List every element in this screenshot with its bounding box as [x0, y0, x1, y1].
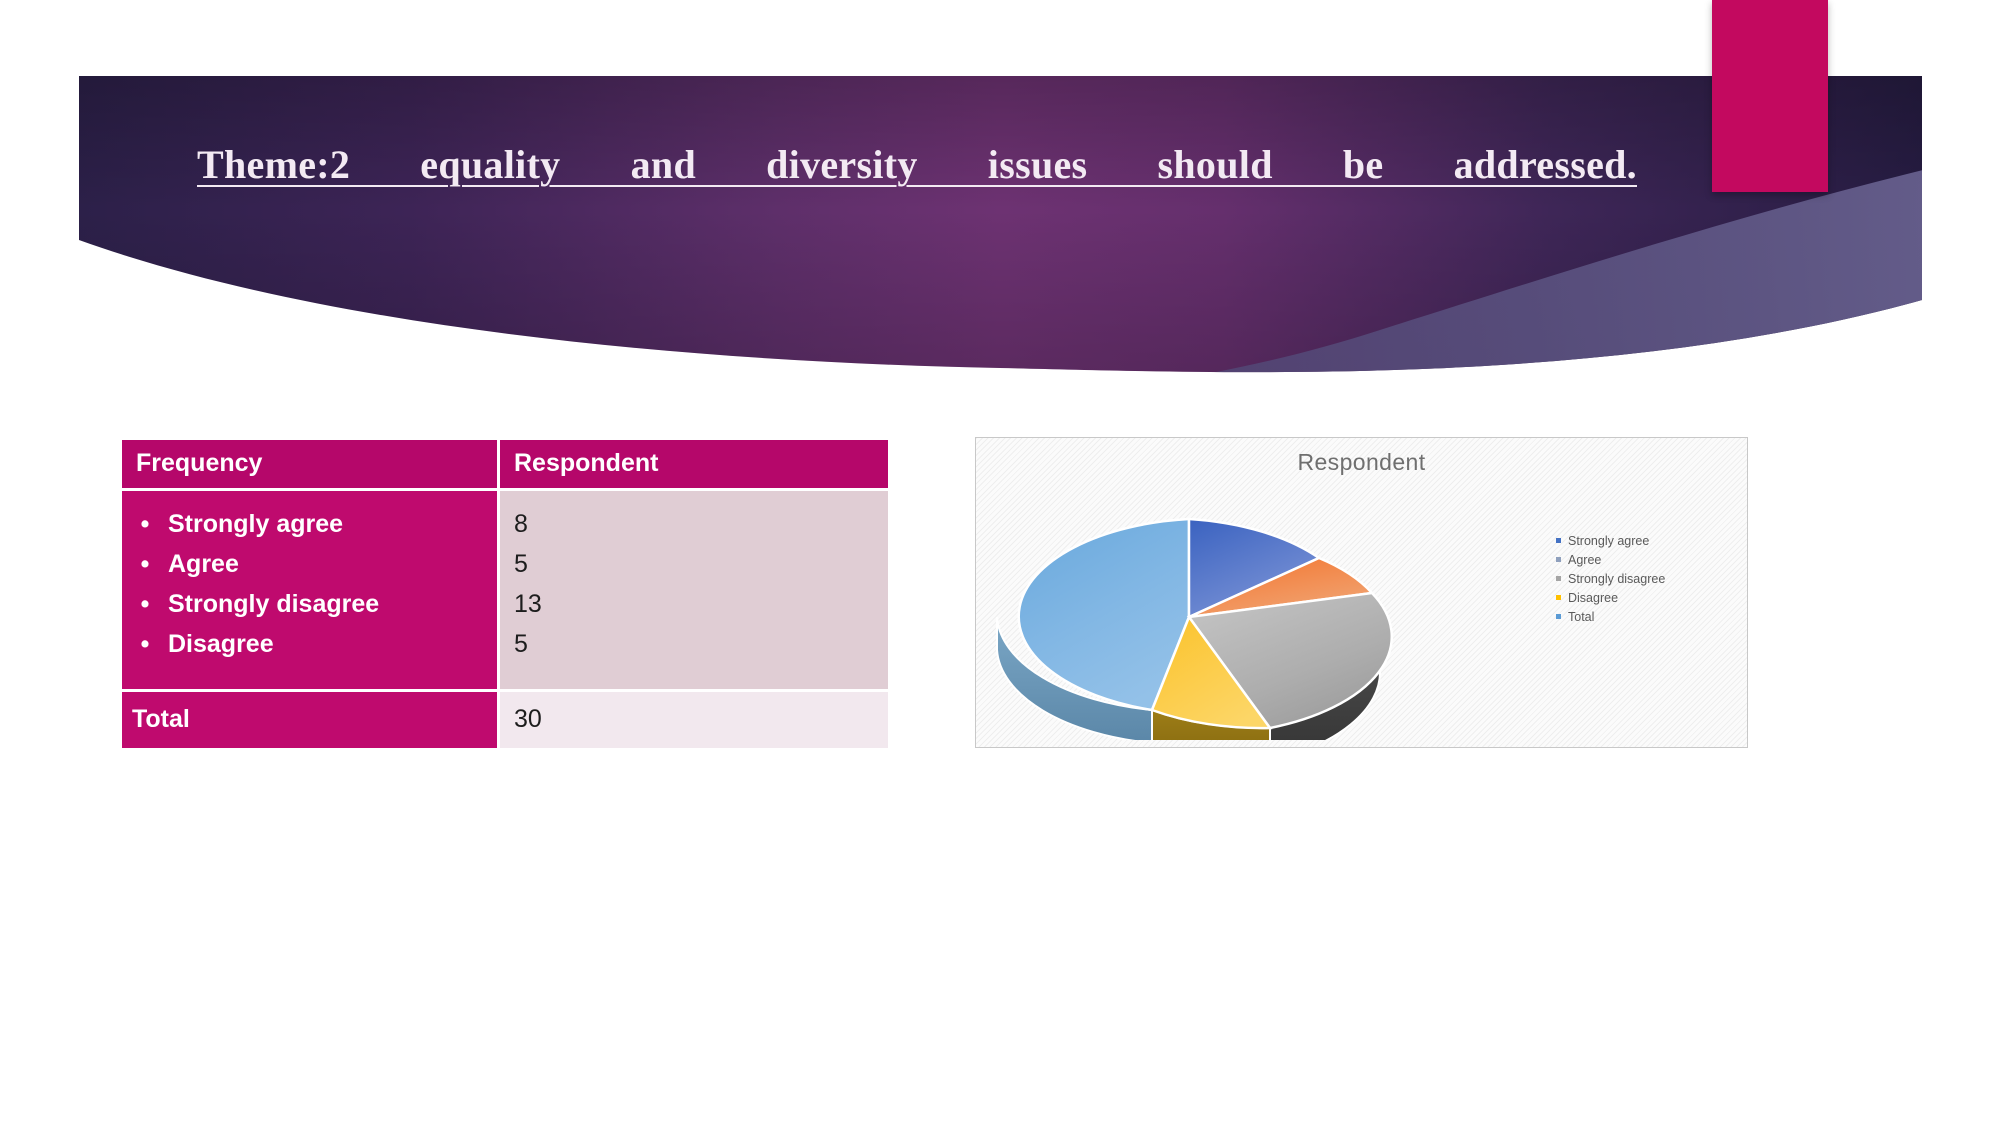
list-item: • Strongly disagree: [122, 585, 497, 625]
table-frequency-list: • Strongly agree • Agree • Strongly disa…: [122, 491, 497, 689]
list-item: • Disagree: [122, 625, 497, 665]
list-item-label: Strongly agree: [168, 510, 344, 538]
table-header-respondent: Respondent: [500, 440, 888, 488]
bullet-icon: •: [140, 630, 150, 658]
legend-swatch-icon: [1556, 557, 1561, 562]
list-item-label: Agree: [168, 550, 239, 578]
table-header-row: Frequency Respondent: [122, 440, 888, 488]
list-item: • Agree: [122, 545, 497, 585]
table-cell-value: 8: [514, 510, 528, 538]
legend-label: Total: [1568, 609, 1595, 624]
legend-swatch-icon: [1556, 614, 1561, 619]
legend-item: Total: [1556, 607, 1736, 626]
legend-item: Disagree: [1556, 588, 1736, 607]
chart-legend: Strongly agree Agree Strongly disagree D…: [1556, 531, 1736, 626]
legend-label: Strongly agree: [1568, 533, 1650, 548]
legend-swatch-icon: [1556, 595, 1561, 600]
legend-item: Strongly disagree: [1556, 569, 1736, 588]
table-total-label: Total: [122, 692, 497, 748]
table-cell-value: 5: [514, 630, 528, 658]
legend-label: Agree: [1568, 552, 1602, 567]
page-title: Theme:2 equality and diversity issues sh…: [197, 142, 1637, 187]
frequency-table: Frequency Respondent • Strongly agree • …: [122, 440, 888, 748]
pink-accent-tab: [1712, 0, 1828, 192]
slide-canvas: Theme:2 equality and diversity issues sh…: [0, 0, 2001, 1125]
legend-swatch-icon: [1556, 538, 1561, 543]
list-item: • Strongly agree: [122, 505, 497, 545]
table-total-row: Total 30: [122, 692, 888, 748]
bullet-icon: •: [140, 590, 150, 618]
table-total-value: 30: [500, 692, 888, 748]
legend-label: Disagree: [1568, 590, 1619, 605]
table-cell-value: 5: [514, 550, 528, 578]
legend-label: Strongly disagree: [1568, 571, 1666, 586]
legend-item: Agree: [1556, 550, 1736, 569]
header-banner: [0, 0, 2001, 400]
list-item-label: Disagree: [168, 630, 274, 658]
table-cell-value: 13: [514, 590, 542, 618]
legend-swatch-icon: [1556, 576, 1561, 581]
table-body-row: • Strongly agree • Agree • Strongly disa…: [122, 491, 888, 689]
banner-shape: [79, 76, 1922, 373]
legend-item: Strongly agree: [1556, 531, 1736, 550]
table-respondent-values: 8 5 13 5: [500, 491, 888, 689]
list-item-label: Strongly disagree: [168, 590, 380, 618]
bullet-icon: •: [140, 510, 150, 538]
pie-graphic: [996, 517, 1394, 740]
table-header-frequency: Frequency: [122, 440, 497, 488]
bullet-icon: •: [140, 550, 150, 578]
respondent-pie-chart: Respondent Strongly agree Agree Strongly…: [975, 437, 1748, 748]
